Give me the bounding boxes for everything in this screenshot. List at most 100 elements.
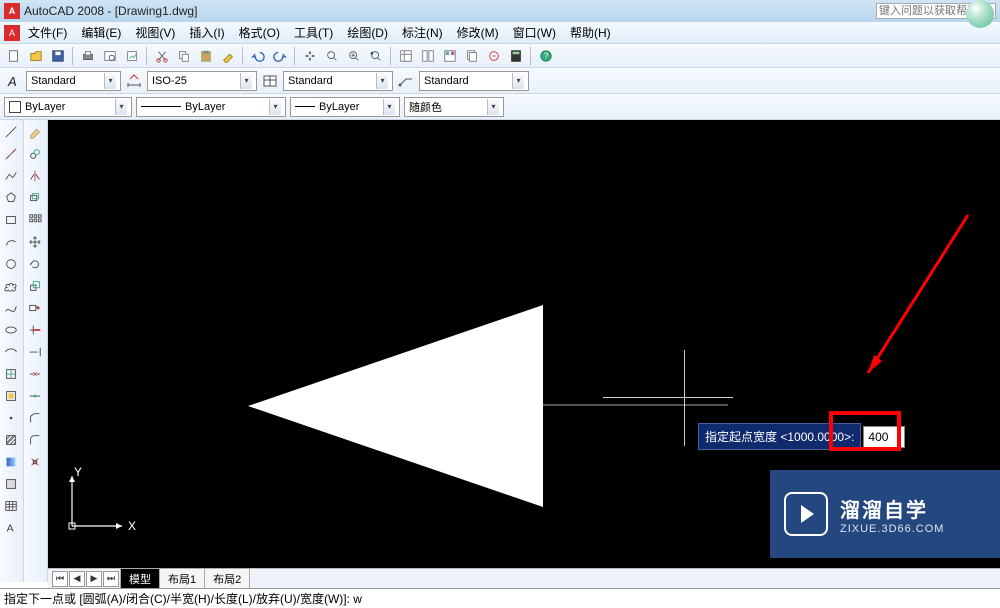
tab-model[interactable]: 模型: [120, 568, 160, 589]
toolpalettes-icon[interactable]: [440, 46, 460, 66]
scale-icon[interactable]: [25, 276, 45, 296]
line-icon[interactable]: [1, 122, 21, 142]
command-text: 指定下一点或 [圆弧(A)/闭合(C)/半宽(H)/长度(L)/放弃(U)/宽度…: [4, 590, 362, 607]
chevron-down-icon: ▾: [240, 73, 252, 89]
copy-icon[interactable]: [174, 46, 194, 66]
sheetset-icon[interactable]: [462, 46, 482, 66]
drawing-wrapper: X Y 指定起点宽度 <1000.0000>: 400 溜溜自学 ZIXUE.: [48, 120, 1000, 582]
zoom-realtime-icon[interactable]: [322, 46, 342, 66]
point-icon[interactable]: [1, 408, 21, 428]
open-icon[interactable]: [26, 46, 46, 66]
rotate-icon[interactable]: [25, 254, 45, 274]
trim-icon[interactable]: [25, 320, 45, 340]
designcenter-icon[interactable]: [418, 46, 438, 66]
text-style-combo[interactable]: Standard▾: [26, 71, 121, 91]
ellipse-icon[interactable]: [1, 320, 21, 340]
rectangle-icon[interactable]: [1, 210, 21, 230]
modify-toolbar: [24, 120, 48, 582]
main-area: A: [0, 120, 1000, 582]
region-icon[interactable]: [1, 474, 21, 494]
paste-icon[interactable]: [196, 46, 216, 66]
move-icon[interactable]: [25, 232, 45, 252]
mleaderstyle-icon[interactable]: [397, 72, 415, 90]
dimstyle-icon[interactable]: [125, 72, 143, 90]
quickcalc-icon[interactable]: [506, 46, 526, 66]
infocenter-orb[interactable]: [966, 0, 994, 28]
plotstyle-combo[interactable]: 随颜色 ▾: [404, 97, 504, 117]
erase-icon[interactable]: [25, 122, 45, 142]
menu-modify[interactable]: 修改(M): [451, 22, 505, 43]
tab-next-icon[interactable]: ▶: [86, 571, 102, 587]
cut-icon[interactable]: [152, 46, 172, 66]
dim-style-combo[interactable]: ISO-25▾: [147, 71, 257, 91]
redo-icon[interactable]: [270, 46, 290, 66]
tab-layout2[interactable]: 布局2: [204, 568, 250, 589]
menu-draw[interactable]: 绘图(D): [341, 22, 394, 43]
linetype-combo[interactable]: ByLayer ▾: [136, 97, 286, 117]
menu-help[interactable]: 帮助(H): [564, 22, 617, 43]
command-line[interactable]: 指定下一点或 [圆弧(A)/闭合(C)/半宽(H)/长度(L)/放弃(U)/宽度…: [0, 588, 1000, 608]
polygon-icon[interactable]: [1, 188, 21, 208]
publish-icon[interactable]: [122, 46, 142, 66]
menu-file[interactable]: 文件(F): [22, 22, 73, 43]
insertblock-icon[interactable]: [1, 364, 21, 384]
ellipsearc-icon[interactable]: [1, 342, 21, 362]
offset-icon[interactable]: [25, 188, 45, 208]
revcloud-icon[interactable]: [1, 276, 21, 296]
menu-edit[interactable]: 编辑(E): [75, 22, 127, 43]
tab-layout1[interactable]: 布局1: [159, 568, 205, 589]
menu-view[interactable]: 视图(V): [129, 22, 181, 43]
menu-dimension[interactable]: 标注(N): [396, 22, 449, 43]
pline-icon[interactable]: [1, 166, 21, 186]
mleader-style-combo[interactable]: Standard▾: [419, 71, 529, 91]
table-style-value: Standard: [288, 75, 333, 87]
new-icon[interactable]: [4, 46, 24, 66]
gradient-icon[interactable]: [1, 452, 21, 472]
properties-icon[interactable]: [396, 46, 416, 66]
color-combo[interactable]: ByLayer ▾: [4, 97, 132, 117]
explode-icon[interactable]: [25, 452, 45, 472]
copy-obj-icon[interactable]: [25, 144, 45, 164]
arc-icon[interactable]: [1, 232, 21, 252]
xline-icon[interactable]: [1, 144, 21, 164]
lineweight-combo[interactable]: ByLayer ▾: [290, 97, 400, 117]
save-icon[interactable]: [48, 46, 68, 66]
zoom-previous-icon[interactable]: [366, 46, 386, 66]
menu-window[interactable]: 窗口(W): [507, 22, 562, 43]
extend-icon[interactable]: [25, 342, 45, 362]
tab-prev-icon[interactable]: ◀: [69, 571, 85, 587]
stretch-icon[interactable]: [25, 298, 45, 318]
pan-icon[interactable]: [300, 46, 320, 66]
array-icon[interactable]: [25, 210, 45, 230]
mirror-icon[interactable]: [25, 166, 45, 186]
plot-preview-icon[interactable]: [100, 46, 120, 66]
menu-tools[interactable]: 工具(T): [288, 22, 339, 43]
color-value: ByLayer: [25, 101, 65, 113]
circle-icon[interactable]: [1, 254, 21, 274]
menu-format[interactable]: 格式(O): [233, 22, 286, 43]
table-icon[interactable]: [1, 496, 21, 516]
spline-icon[interactable]: [1, 298, 21, 318]
join-icon[interactable]: [25, 386, 45, 406]
help-icon[interactable]: ?: [536, 46, 556, 66]
tab-first-icon[interactable]: ⏮: [52, 571, 68, 587]
break-icon[interactable]: [25, 364, 45, 384]
textstyle-icon[interactable]: A: [4, 72, 22, 90]
tab-last-icon[interactable]: ⏭: [103, 571, 119, 587]
makeblock-icon[interactable]: [1, 386, 21, 406]
mtext-icon[interactable]: A: [1, 518, 21, 538]
drawing-canvas[interactable]: X Y 指定起点宽度 <1000.0000>: 400 溜溜自学 ZIXUE.: [48, 120, 1000, 582]
tablestyle-icon[interactable]: [261, 72, 279, 90]
markup-icon[interactable]: [484, 46, 504, 66]
fillet-icon[interactable]: [25, 430, 45, 450]
menu-insert[interactable]: 插入(I): [183, 22, 230, 43]
chevron-down-icon: ▾: [115, 99, 127, 115]
menubar: A 文件(F) 编辑(E) 视图(V) 插入(I) 格式(O) 工具(T) 绘图…: [0, 22, 1000, 44]
undo-icon[interactable]: [248, 46, 268, 66]
hatch-icon[interactable]: [1, 430, 21, 450]
zoom-window-icon[interactable]: [344, 46, 364, 66]
matchprop-icon[interactable]: [218, 46, 238, 66]
table-style-combo[interactable]: Standard▾: [283, 71, 393, 91]
print-icon[interactable]: [78, 46, 98, 66]
chamfer-icon[interactable]: [25, 408, 45, 428]
